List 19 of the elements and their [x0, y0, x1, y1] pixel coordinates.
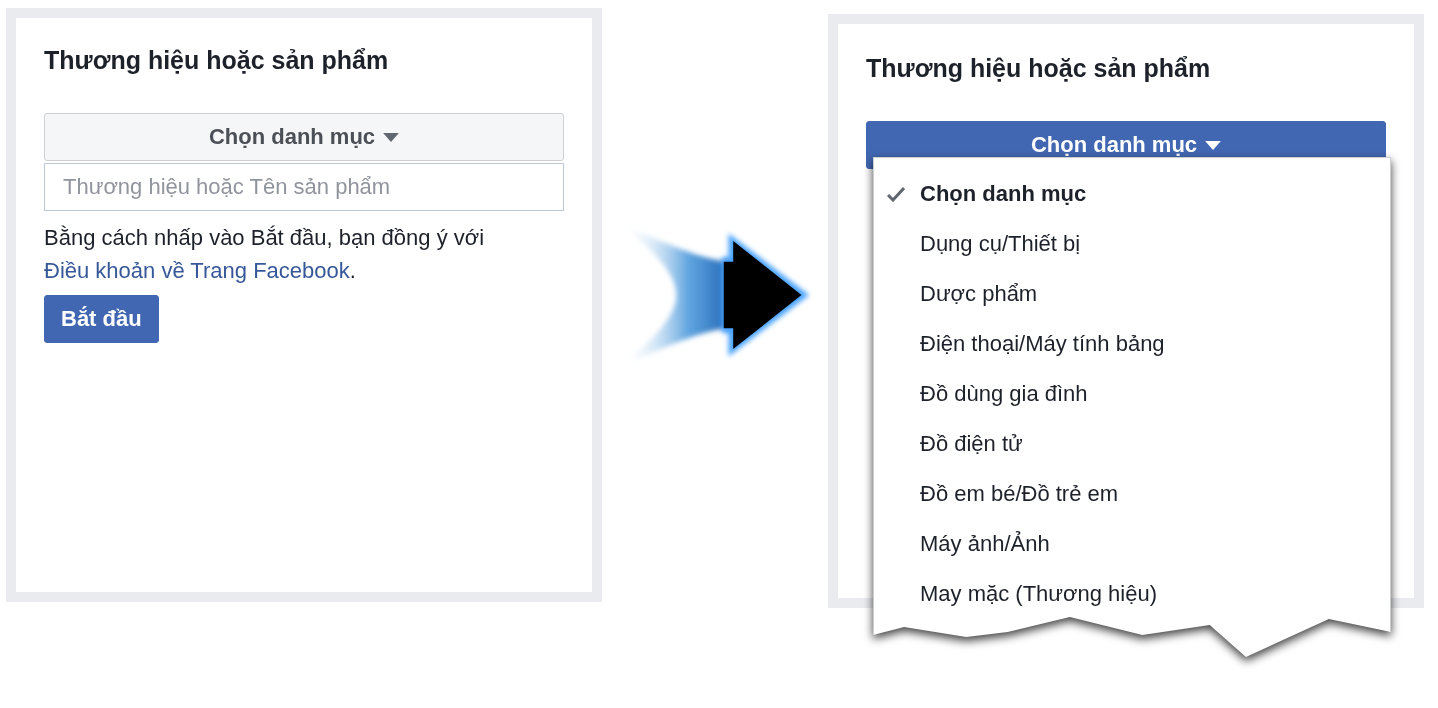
- section-title: Thương hiệu hoặc sản phẩm: [866, 54, 1212, 83]
- section-title: Thương hiệu hoặc sản phẩm: [44, 46, 390, 75]
- category-dropdown[interactable]: Chọn danh mục: [44, 113, 564, 161]
- menu-item[interactable]: Đồ em bé/Đồ trẻ em: [874, 469, 1390, 519]
- menu-item[interactable]: Chọn danh mục: [874, 169, 1390, 219]
- check-icon: [887, 186, 905, 202]
- menu-item[interactable]: Dược phẩm: [874, 269, 1390, 319]
- brand-input-field[interactable]: Thương hiệu hoặc Tên sản phẩm: [44, 163, 564, 211]
- menu-item[interactable]: Điện thoại/Máy tính bảng: [874, 319, 1390, 369]
- menu-item[interactable]: Đồ dùng gia đình: [874, 369, 1390, 419]
- terms-link[interactable]: Điều khoản về Trang Facebook: [44, 258, 350, 283]
- menu-item[interactable]: Máy ảnh/Ảnh: [874, 519, 1390, 569]
- caret-icon: [383, 132, 400, 142]
- menu-item[interactable]: Dụng cụ/Thiết bị: [874, 219, 1390, 269]
- start-button[interactable]: Bắt đầu: [44, 295, 159, 343]
- menu-item[interactable]: Đồ điện tử: [874, 419, 1390, 469]
- menu-item[interactable]: May mặc (Thương hiệu): [874, 569, 1390, 619]
- caret-icon: [1205, 140, 1222, 150]
- terms-text: Bằng cách nhấp vào Bắt đầu, bạn đồng ý với Điều khoản về Trang Facebook.: [44, 224, 486, 285]
